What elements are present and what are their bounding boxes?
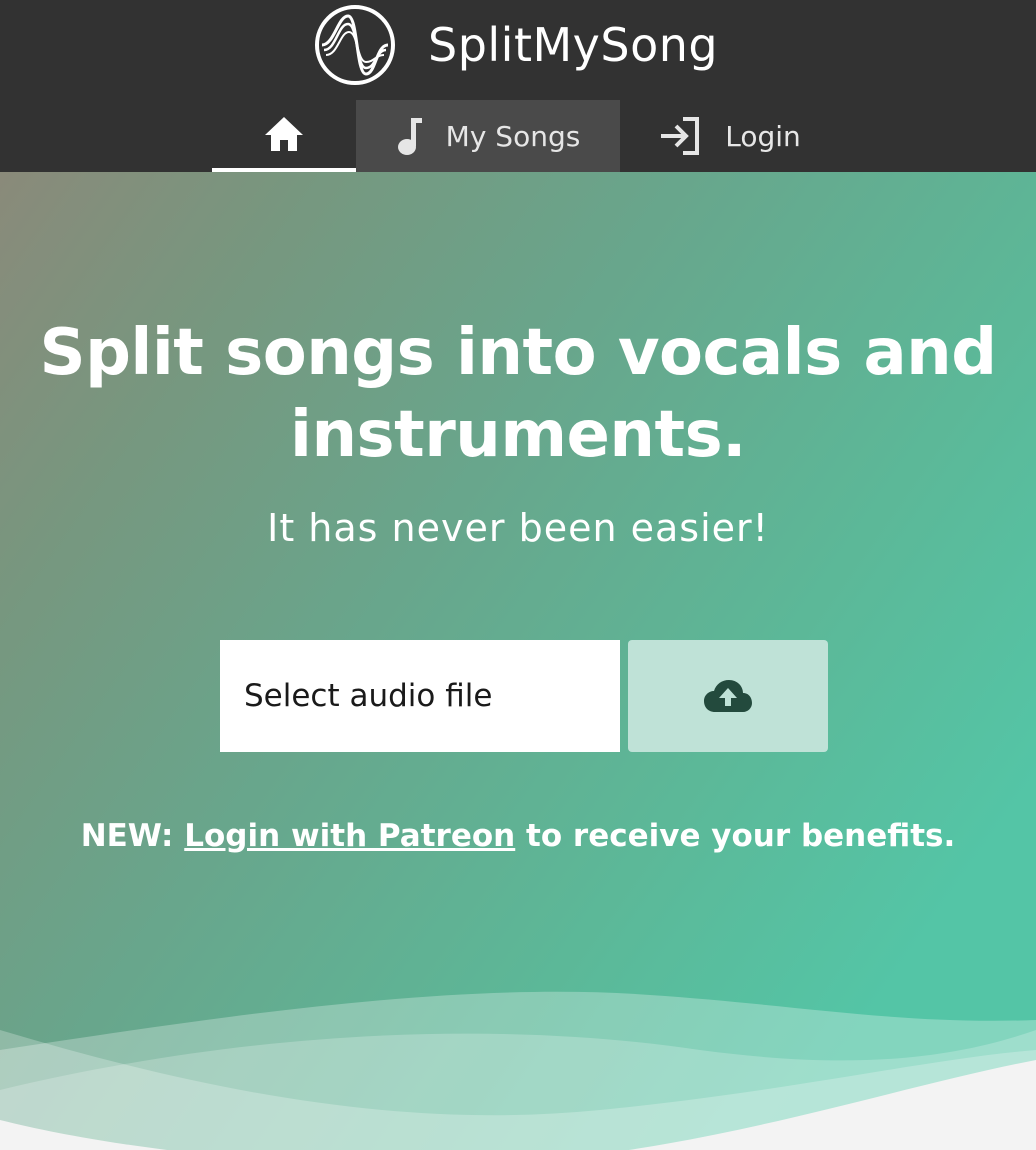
upload-button[interactable] <box>628 640 828 752</box>
login-with-patreon-link[interactable]: Login with Patreon <box>184 818 515 854</box>
nav-item-home[interactable] <box>212 100 356 172</box>
nav-item-login[interactable]: Login <box>620 100 840 172</box>
hero-headline: Split songs into vocals and instruments. <box>39 316 998 472</box>
brand-name: SplitMySong <box>428 18 719 72</box>
nav-label-login: Login <box>725 119 801 153</box>
hero-subheadline: It has never been easier! <box>267 506 769 550</box>
nav-item-my-songs[interactable]: My Songs <box>356 100 620 172</box>
decorative-waves <box>0 991 1036 1150</box>
select-audio-file-input[interactable]: Select audio file <box>220 640 620 752</box>
brand[interactable]: SplitMySong <box>314 4 718 86</box>
top-header: SplitMySong My Songs Login <box>0 0 1036 172</box>
notice-prefix: NEW: <box>80 818 185 854</box>
login-icon <box>661 117 700 155</box>
notice-suffix: to receive your benefits. <box>515 818 956 854</box>
main-nav: My Songs Login <box>0 100 1036 172</box>
cloud-upload-icon <box>704 680 752 712</box>
file-input-label: Select audio file <box>244 678 493 714</box>
nav-label-my-songs: My Songs <box>445 119 581 153</box>
hero-section: Split songs into vocals and instruments.… <box>0 172 1036 1150</box>
music-note-icon <box>397 118 422 155</box>
home-icon <box>265 117 303 151</box>
sine-wave-logo-icon <box>315 5 395 85</box>
patreon-notice: NEW: Login with Patreon to receive your … <box>0 818 1036 854</box>
